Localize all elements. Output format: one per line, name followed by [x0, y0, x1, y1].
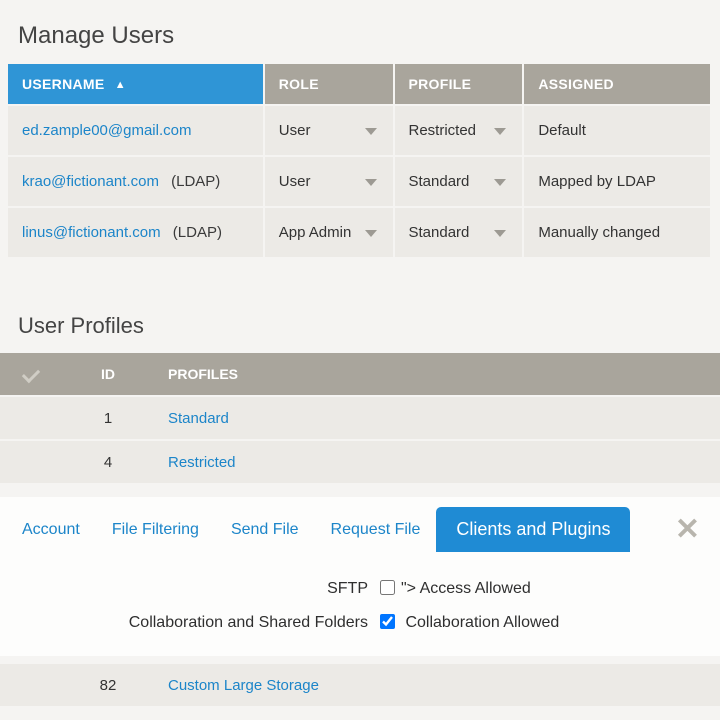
role-value: User: [279, 173, 311, 190]
tab-clients-plugins[interactable]: Clients and Plugins: [436, 507, 630, 552]
users-table: USERNAME ▲ ROLE PROFILE ASSIGNED ed.zamp…: [8, 64, 712, 257]
profiles-header: ID PROFILES: [0, 353, 720, 395]
role-select[interactable]: App Admin: [264, 207, 394, 257]
role-select[interactable]: User: [264, 156, 394, 207]
page-title-manage-users: Manage Users: [0, 0, 720, 64]
sftp-checkbox: [380, 580, 395, 595]
ldap-tag: (LDAP): [163, 173, 220, 190]
col-header-username[interactable]: USERNAME ▲: [8, 64, 264, 105]
tab-file-filtering[interactable]: File Filtering: [96, 509, 215, 551]
chevron-down-icon: [365, 179, 377, 186]
collab-checkbox[interactable]: [380, 614, 395, 629]
tab-send-file[interactable]: Send File: [215, 509, 315, 551]
sort-ascending-icon: ▲: [115, 79, 126, 91]
list-item: 82 Custom Large Storage: [0, 662, 720, 706]
check-icon: [22, 365, 40, 383]
chevron-down-icon: [494, 179, 506, 186]
username-link[interactable]: linus@fictionant.com: [22, 224, 161, 241]
profile-value: Standard: [409, 224, 470, 241]
close-icon[interactable]: ✕: [661, 512, 714, 547]
col-header-username-label: USERNAME: [22, 76, 105, 92]
settings-panel: SFTP "> Access Allowed Collaboration and…: [0, 566, 720, 656]
col-header-id[interactable]: ID: [62, 366, 154, 382]
ldap-tag: [191, 122, 199, 139]
profile-id: 82: [62, 677, 154, 694]
page-title-user-profiles: User Profiles: [0, 257, 720, 353]
sftp-control-label: Access Allowed: [420, 580, 531, 597]
profile-select[interactable]: Restricted: [394, 105, 524, 156]
chevron-down-icon: [494, 230, 506, 237]
table-row: ed.zample00@gmail.com User Restricted De…: [8, 105, 711, 156]
role-value: User: [279, 122, 311, 139]
table-row: linus@fictionant.com (LDAP) App Admin St…: [8, 207, 711, 257]
col-header-profiles[interactable]: PROFILES: [154, 366, 238, 382]
profile-select[interactable]: Standard: [394, 207, 524, 257]
chevron-down-icon: [365, 230, 377, 237]
collab-label: Collaboration and Shared Folders: [0, 614, 380, 632]
profile-id: 1: [62, 410, 154, 427]
profile-link[interactable]: Standard: [168, 410, 229, 427]
sftp-label: SFTP: [0, 580, 380, 598]
ldap-tag: (LDAP): [165, 224, 222, 241]
chevron-down-icon: [365, 128, 377, 135]
profile-select[interactable]: Standard: [394, 156, 524, 207]
col-header-role[interactable]: ROLE: [264, 64, 394, 105]
list-item: 4 Restricted: [0, 439, 720, 483]
username-link[interactable]: krao@fictionant.com: [22, 173, 159, 190]
list-item: 1 Standard: [0, 395, 720, 439]
col-header-profile[interactable]: PROFILE: [394, 64, 524, 105]
col-header-assigned[interactable]: ASSIGNED: [523, 64, 711, 105]
profile-link[interactable]: Custom Large Storage: [168, 677, 319, 694]
assigned-value: Mapped by LDAP: [523, 156, 711, 207]
profile-link[interactable]: Restricted: [168, 454, 236, 471]
col-header-check[interactable]: [0, 366, 62, 382]
chevron-down-icon: [494, 128, 506, 135]
table-row: krao@fictionant.com (LDAP) User Standard…: [8, 156, 711, 207]
assigned-value: Default: [523, 105, 711, 156]
profile-value: Standard: [409, 173, 470, 190]
username-link[interactable]: ed.zample00@gmail.com: [22, 122, 191, 139]
profile-id: 4: [62, 454, 154, 471]
tab-account[interactable]: Account: [6, 509, 96, 551]
assigned-value: Manually changed: [523, 207, 711, 257]
tab-bar: Account File Filtering Send File Request…: [0, 497, 720, 566]
role-select[interactable]: User: [264, 105, 394, 156]
role-value: App Admin: [279, 224, 352, 241]
collab-control-label: Collaboration Allowed: [405, 614, 559, 631]
tab-request-file[interactable]: Request File: [315, 509, 437, 551]
profile-value: Restricted: [409, 122, 477, 139]
